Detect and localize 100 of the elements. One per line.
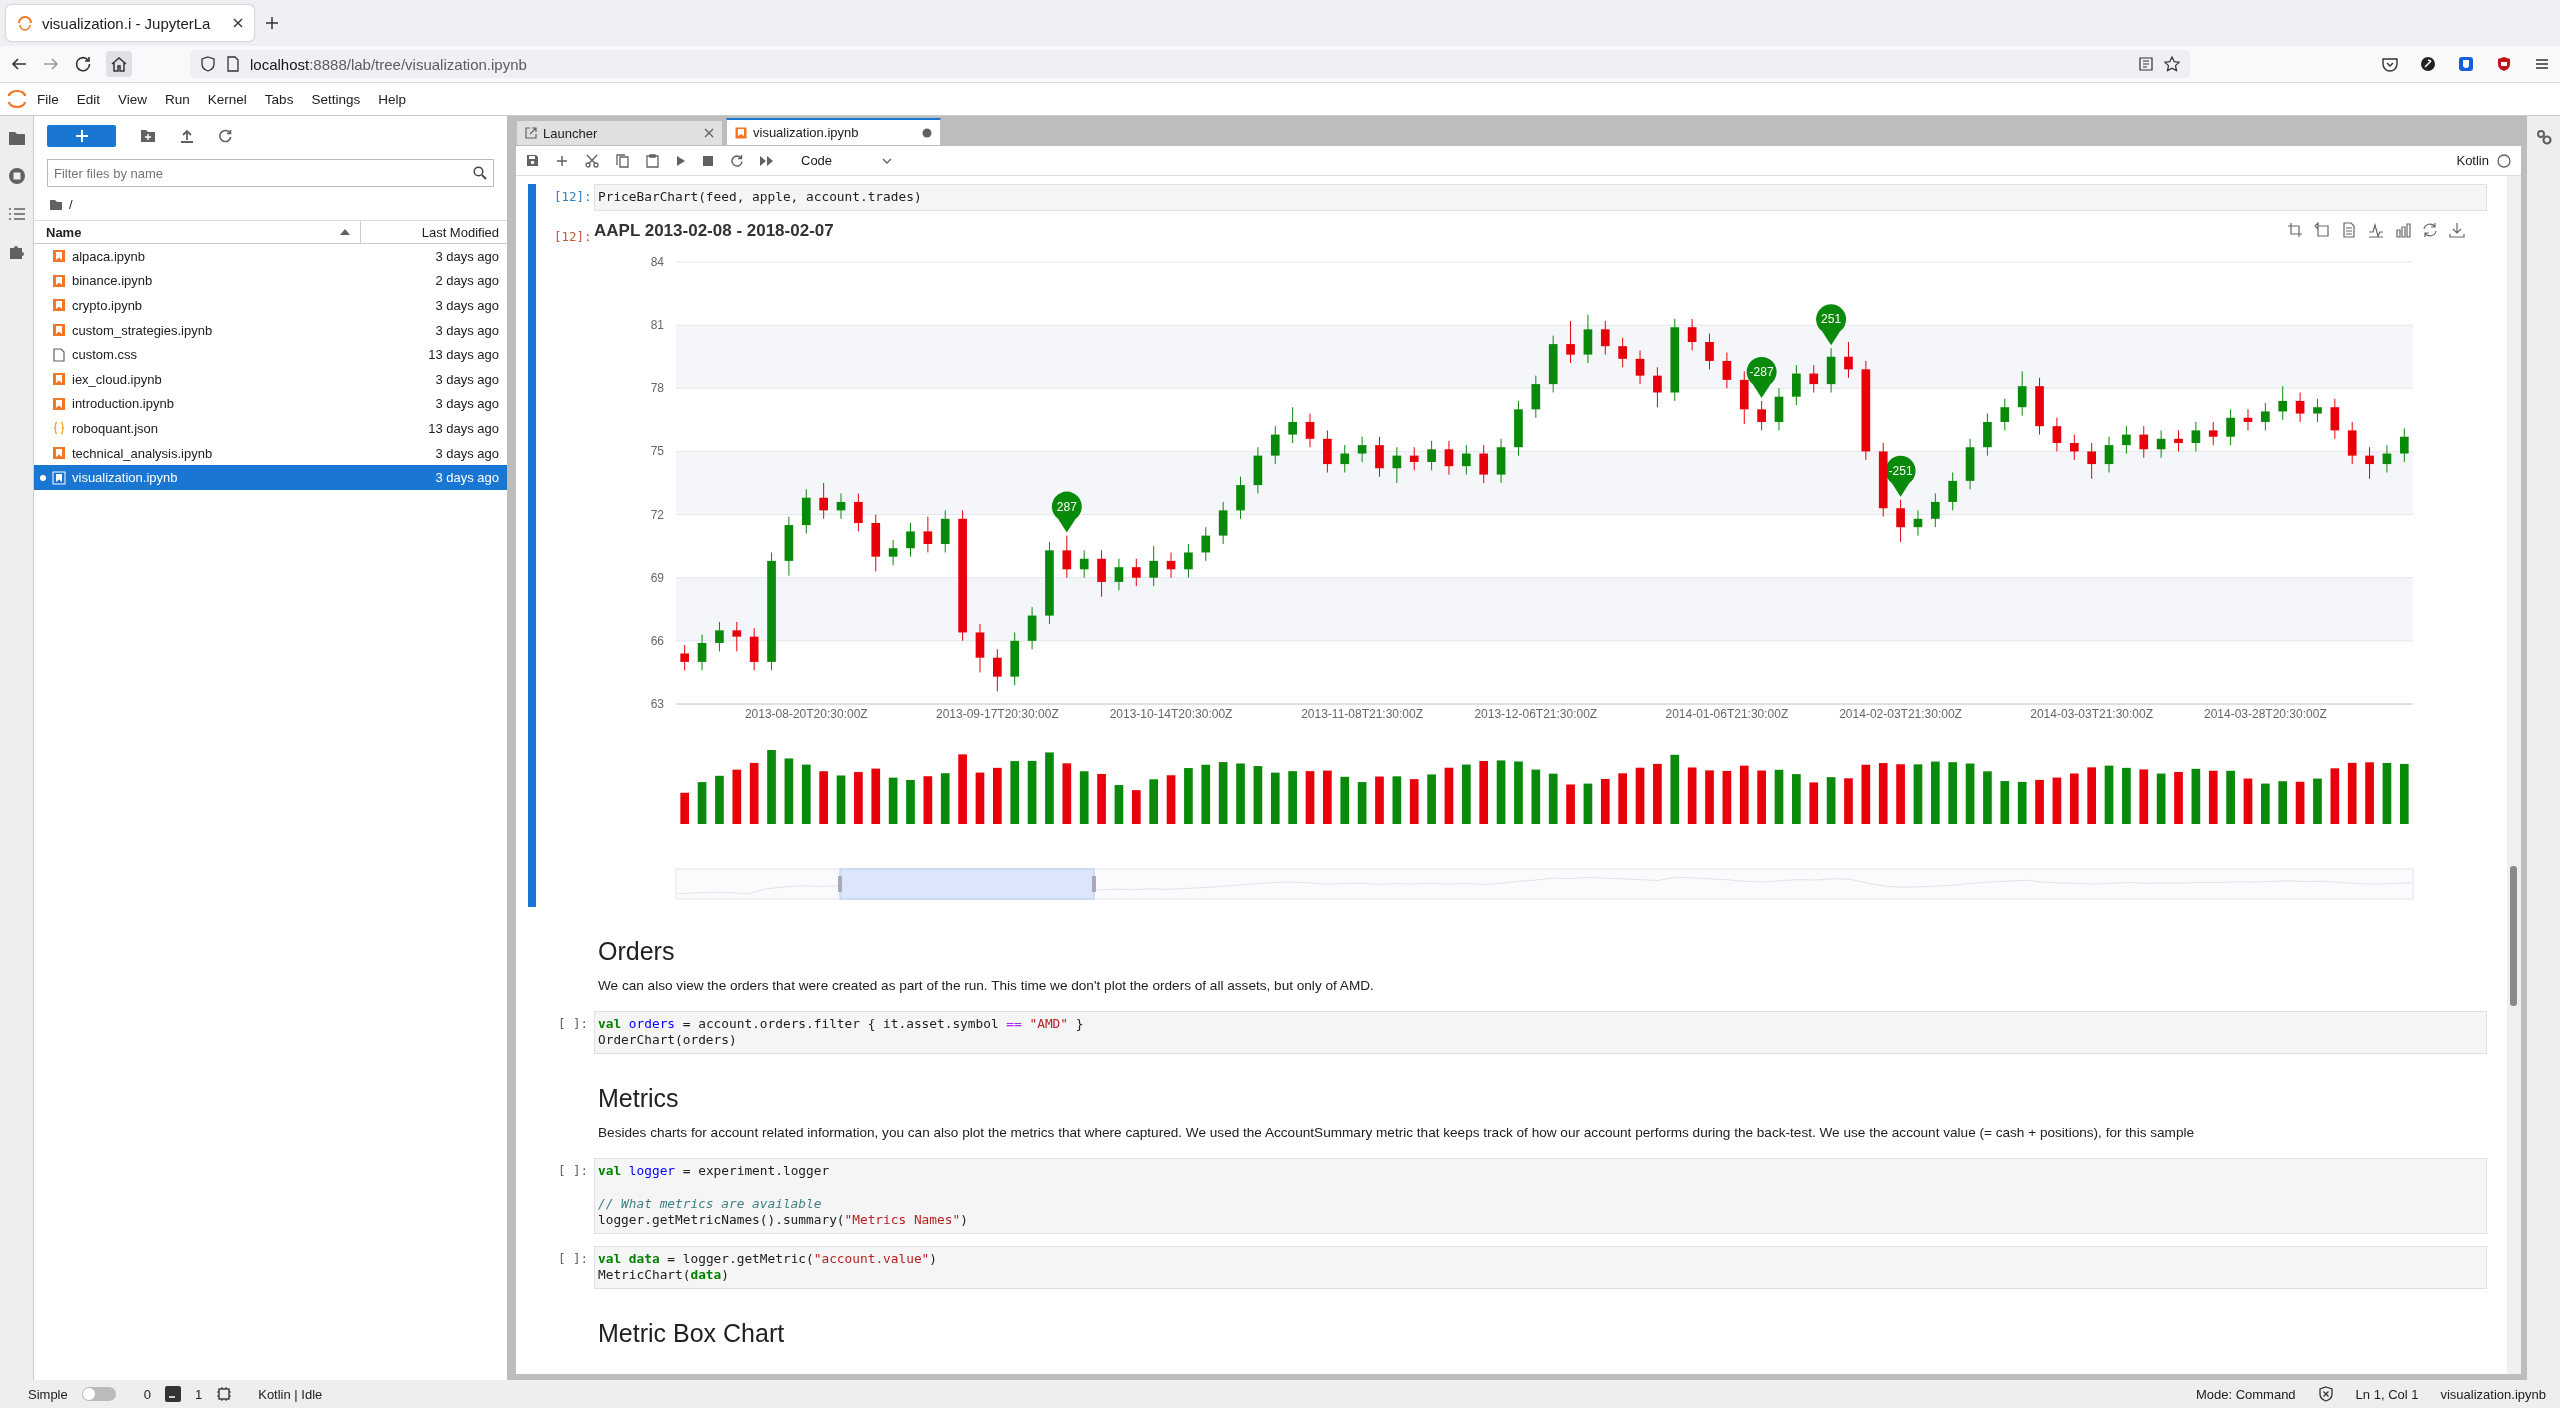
refresh-icon[interactable] xyxy=(218,129,232,143)
document-tab[interactable]: visualization.ipynb xyxy=(726,118,941,146)
directory-entry[interactable]: iex_cloud.ipynb 3 days ago xyxy=(34,366,507,392)
fast-forward-icon[interactable] xyxy=(760,155,774,166)
new-folder-icon[interactable] xyxy=(140,129,156,143)
directory-entry[interactable]: binance.ipynb 2 days ago xyxy=(34,268,507,294)
bookmark-star-icon[interactable] xyxy=(2164,56,2180,72)
download-icon[interactable] xyxy=(2449,221,2465,238)
code-editor[interactable]: val logger = experiment.logger // What metrics are available logger.getMetricNames().summary("Metrics Names") xyxy=(594,1157,2487,1234)
copy-icon[interactable] xyxy=(616,153,629,168)
kernel-status[interactable]: Kotlin | Idle xyxy=(258,1386,323,1402)
menu-item[interactable]: Kernel xyxy=(198,87,256,111)
candle xyxy=(923,515,933,553)
page-icon xyxy=(226,56,240,72)
document-tab[interactable]: Launcher xyxy=(516,120,723,146)
new-tab-icon[interactable] xyxy=(264,15,280,31)
gears-icon[interactable] xyxy=(2534,128,2553,146)
close-icon[interactable] xyxy=(232,17,244,29)
paragraph: Besides charts for account related information, you can also plot the metrics that where captured. We used the AccountSummary metric that keeps track of how our account performs during the back-test. We use the account value (= cash + positions), for this sample xyxy=(598,1124,2196,1140)
directory-entry[interactable]: roboquant.json 13 days ago xyxy=(34,416,507,441)
candle xyxy=(1097,549,1106,597)
menu-item[interactable]: Help xyxy=(369,87,415,111)
extension-icon[interactable] xyxy=(2420,56,2436,72)
directory-entry[interactable]: crypto.ipynb 3 days ago xyxy=(34,293,507,318)
cell-type-dropdown[interactable]: Code xyxy=(801,153,893,168)
zoom-area-icon[interactable] xyxy=(2287,221,2303,238)
code-editor[interactable]: val data = logger.getMetric("account.value") MetricChart(data) xyxy=(594,1245,2487,1289)
stop-circle-icon[interactable] xyxy=(6,166,27,186)
jupyter-logo-icon xyxy=(6,88,28,110)
notebook-icon xyxy=(52,298,66,313)
pocket-icon[interactable] xyxy=(2382,56,2398,72)
candle xyxy=(940,509,950,553)
folder-icon[interactable] xyxy=(7,130,26,146)
filter-field[interactable]: Filter files by name xyxy=(47,159,494,187)
add-cell-icon[interactable] xyxy=(556,154,568,167)
column-header[interactable]: Name xyxy=(46,224,82,240)
code-editor[interactable]: PriceBarChart(feed, apple, account.trades) xyxy=(594,184,2487,211)
cursor-position[interactable]: Ln 1, Col 1 xyxy=(2355,1386,2419,1402)
address-bar[interactable]: localhost:8888/lab/tree/visualization.ipynb xyxy=(190,50,2190,78)
directory-entry[interactable]: visualization.ipynb 3 days ago xyxy=(34,465,507,490)
folder-icon[interactable] xyxy=(49,198,63,211)
menu-item[interactable]: Edit xyxy=(67,87,110,111)
menu-item[interactable]: Settings xyxy=(302,87,370,111)
upload-icon[interactable] xyxy=(180,129,194,143)
restart-icon[interactable] xyxy=(730,154,743,167)
axis-label: 2014-01-06T21:30:00Z xyxy=(1665,706,1789,721)
directory-entry[interactable]: custom.css 13 days ago xyxy=(34,342,507,367)
candle xyxy=(1948,471,1958,511)
run-icon[interactable] xyxy=(676,154,686,167)
candle xyxy=(1375,435,1384,477)
list-icon[interactable] xyxy=(7,206,26,222)
section-heading: Metrics xyxy=(598,1083,680,1113)
directory-entry[interactable]: alpaca.ipynb 3 days ago xyxy=(34,244,507,269)
directory-entry[interactable]: technical_analysis.ipynb 3 days ago xyxy=(34,440,507,466)
new-launcher-button[interactable] xyxy=(47,125,116,147)
candle xyxy=(1479,444,1489,483)
cell-prompt: [ ]: xyxy=(556,1249,588,1266)
notebook-icon xyxy=(52,470,66,485)
document-icon[interactable] xyxy=(2341,221,2357,238)
chip-icon xyxy=(216,1386,233,1402)
line-chart-icon[interactable] xyxy=(2368,221,2384,238)
column-header[interactable]: Last Modified xyxy=(361,224,507,240)
undo-zoom-icon[interactable] xyxy=(2314,221,2330,238)
menu-icon[interactable] xyxy=(2534,56,2550,72)
notebook-icon xyxy=(52,446,66,461)
directory-entry[interactable]: custom_strategies.ipynb 3 days ago xyxy=(34,317,507,343)
candle xyxy=(1253,446,1263,494)
menu-item[interactable]: View xyxy=(109,87,157,111)
menu-item[interactable]: Run xyxy=(156,87,199,111)
breadcrumb[interactable]: / xyxy=(69,197,73,212)
candle xyxy=(1444,439,1454,475)
cut-icon[interactable] xyxy=(585,153,599,168)
candle xyxy=(1027,606,1037,650)
simple-toggle[interactable] xyxy=(81,1387,116,1401)
candle xyxy=(2087,442,2096,479)
extension-icon[interactable] xyxy=(2496,56,2512,72)
candle xyxy=(1166,551,1176,578)
candle xyxy=(801,488,811,534)
refresh-icon[interactable] xyxy=(2422,221,2438,238)
paste-icon[interactable] xyxy=(646,153,659,168)
home-button[interactable] xyxy=(106,51,132,77)
braces-icon xyxy=(52,421,66,436)
reader-view-icon[interactable] xyxy=(2138,56,2154,72)
bar-chart-icon[interactable] xyxy=(2395,221,2411,238)
browser-tab[interactable]: visualization.i - JupyterLa xyxy=(6,5,254,41)
directory-entry[interactable]: introduction.ipynb 3 days ago xyxy=(34,391,507,417)
reload-icon[interactable] xyxy=(74,55,92,73)
stop-icon[interactable] xyxy=(703,155,713,166)
menu-item[interactable]: File xyxy=(28,87,68,111)
candle xyxy=(1288,406,1297,443)
candle xyxy=(1792,364,1801,406)
candle xyxy=(2052,416,2062,452)
notebook-icon xyxy=(52,249,66,264)
candle xyxy=(1965,437,1975,490)
notebook-icon xyxy=(52,396,66,411)
code-editor[interactable]: val orders = account.orders.filter { it.asset.symbol == "AMD" } OrderChart(orders) xyxy=(594,1010,2487,1054)
menu-item[interactable]: Tabs xyxy=(255,87,303,111)
save-icon[interactable] xyxy=(526,154,539,167)
scrollbar[interactable] xyxy=(2507,176,2521,1374)
kernel-name[interactable]: Kotlin xyxy=(2456,153,2489,168)
